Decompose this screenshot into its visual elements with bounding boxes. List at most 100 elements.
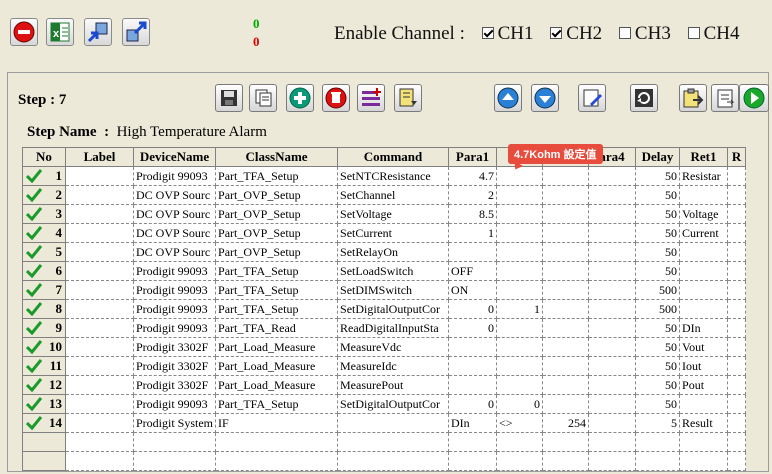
export-button[interactable]: [122, 18, 150, 46]
col-delay-header[interactable]: Delay: [635, 147, 681, 167]
para3-cell[interactable]: [542, 166, 590, 186]
para2-cell[interactable]: 0: [496, 394, 544, 414]
class-cell[interactable]: Part_OVP_Setup: [215, 223, 339, 243]
para4-cell[interactable]: [588, 394, 637, 414]
row-number-cell[interactable]: 2: [22, 185, 66, 205]
para4-cell[interactable]: [588, 299, 637, 319]
para2-cell[interactable]: [496, 375, 544, 395]
label-cell[interactable]: [65, 299, 134, 319]
label-cell[interactable]: [65, 356, 134, 376]
para3-cell[interactable]: [542, 432, 590, 452]
device-cell[interactable]: Prodigit 99093: [133, 299, 217, 319]
table-row[interactable]: 6 Prodigit 99093 Part_TFA_Setup SetLoadSwit…: [22, 261, 747, 281]
para3-cell[interactable]: [542, 318, 590, 338]
para4-cell[interactable]: [588, 242, 637, 262]
para1-cell[interactable]: [448, 337, 498, 357]
row-number-cell[interactable]: 12: [22, 375, 66, 395]
move-up-button[interactable]: [494, 84, 522, 112]
delay-cell[interactable]: 50: [635, 204, 681, 224]
command-cell[interactable]: SetNTCResistance: [337, 166, 450, 186]
class-cell[interactable]: [215, 432, 339, 452]
command-cell[interactable]: MeasurePout: [337, 375, 450, 395]
ret2-cell[interactable]: [727, 318, 747, 338]
para4-cell[interactable]: [588, 166, 637, 186]
para4-cell[interactable]: [588, 185, 637, 205]
para4-cell[interactable]: [588, 204, 637, 224]
para1-cell[interactable]: OFF: [448, 261, 498, 281]
para3-cell[interactable]: [542, 280, 590, 300]
row-number-cell[interactable]: [22, 432, 66, 452]
ret1-cell[interactable]: [679, 432, 729, 452]
insert-step-button[interactable]: [357, 84, 385, 112]
ret2-cell[interactable]: [727, 394, 747, 414]
delay-cell[interactable]: 50: [635, 242, 681, 262]
para1-cell[interactable]: [448, 375, 498, 395]
para3-cell[interactable]: [542, 223, 590, 243]
table-row[interactable]: 9 Prodigit 99093 Part_TFA_Read ReadDigitalI…: [22, 318, 747, 338]
label-cell[interactable]: [65, 394, 134, 414]
class-cell[interactable]: Part_TFA_Setup: [215, 280, 339, 300]
para3-cell[interactable]: [542, 451, 590, 471]
ret2-cell[interactable]: [727, 280, 747, 300]
para4-cell[interactable]: [588, 451, 637, 471]
class-cell[interactable]: Part_TFA_Setup: [215, 261, 339, 281]
device-cell[interactable]: DC OVP Sourc: [133, 223, 217, 243]
device-cell[interactable]: DC OVP Sourc: [133, 185, 217, 205]
command-cell[interactable]: SetChannel: [337, 185, 450, 205]
excel-button[interactable]: x: [46, 18, 74, 46]
ret1-cell[interactable]: [679, 299, 729, 319]
label-cell[interactable]: [65, 451, 134, 471]
para2-cell[interactable]: [496, 261, 544, 281]
table-row[interactable]: 5 DC OVP Sourc Part_OVP_Setup SetRelayOn 50: [22, 242, 747, 262]
para4-cell[interactable]: [588, 261, 637, 281]
row-number-cell[interactable]: 9: [22, 318, 66, 338]
ret2-cell[interactable]: [727, 261, 747, 281]
move-down-button[interactable]: [531, 84, 559, 112]
table-row[interactable]: 1 Prodigit 99093 Part_TFA_Setup SetNTCResis…: [22, 166, 747, 186]
para2-cell[interactable]: [496, 223, 544, 243]
col-command-header[interactable]: Command: [337, 147, 450, 167]
device-cell[interactable]: Prodigit System: [133, 413, 217, 433]
row-number-cell[interactable]: 10: [22, 337, 66, 357]
table-row[interactable]: 13 Prodigit 99093 Part_TFA_Setup SetDigital…: [22, 394, 747, 414]
device-cell[interactable]: DC OVP Sourc: [133, 242, 217, 262]
command-cell[interactable]: SetDIMSwitch: [337, 280, 450, 300]
para2-cell[interactable]: [496, 432, 544, 452]
empty-row[interactable]: [22, 432, 747, 452]
command-cell[interactable]: [337, 413, 450, 433]
col-devicename-header[interactable]: DeviceName: [132, 147, 217, 167]
row-number-cell[interactable]: 14: [22, 413, 66, 433]
col-ret1-header[interactable]: Ret1: [679, 147, 729, 167]
delay-cell[interactable]: 500: [635, 299, 681, 319]
row-number-cell[interactable]: 13: [22, 394, 66, 414]
label-cell[interactable]: [65, 318, 134, 338]
delay-cell[interactable]: 50: [635, 356, 681, 376]
ret1-cell[interactable]: [679, 242, 729, 262]
table-row[interactable]: 4 DC OVP Sourc Part_OVP_Setup SetCurrent 1 50…: [22, 223, 747, 243]
class-cell[interactable]: IF: [215, 413, 339, 433]
device-cell[interactable]: Prodigit 3302F: [133, 337, 217, 357]
row-number-cell[interactable]: 5: [22, 242, 66, 262]
device-cell[interactable]: DC OVP Sourc: [133, 204, 217, 224]
ret2-cell[interactable]: [727, 299, 747, 319]
device-cell[interactable]: Prodigit 3302F: [133, 375, 217, 395]
label-cell[interactable]: [65, 204, 134, 224]
para1-cell[interactable]: [448, 432, 498, 452]
ret1-cell[interactable]: Pout: [679, 375, 729, 395]
save-step-button[interactable]: [215, 84, 243, 112]
class-cell[interactable]: Part_Load_Measure: [215, 356, 339, 376]
ret2-cell[interactable]: [727, 166, 747, 186]
copy-step-button[interactable]: [249, 84, 277, 112]
label-cell[interactable]: [65, 223, 134, 243]
ret2-cell[interactable]: [727, 451, 747, 471]
class-cell[interactable]: Part_OVP_Setup: [215, 204, 339, 224]
row-number-cell[interactable]: 6: [22, 261, 66, 281]
para2-cell[interactable]: [496, 204, 544, 224]
ch1-checkbox[interactable]: [481, 27, 494, 40]
delay-cell[interactable]: 5: [635, 413, 681, 433]
para3-cell[interactable]: [542, 337, 590, 357]
ret2-cell[interactable]: [727, 356, 747, 376]
para1-cell[interactable]: [448, 242, 498, 262]
class-cell[interactable]: Part_TFA_Setup: [215, 166, 339, 186]
step-name-value[interactable]: High Temperature Alarm: [117, 124, 267, 140]
